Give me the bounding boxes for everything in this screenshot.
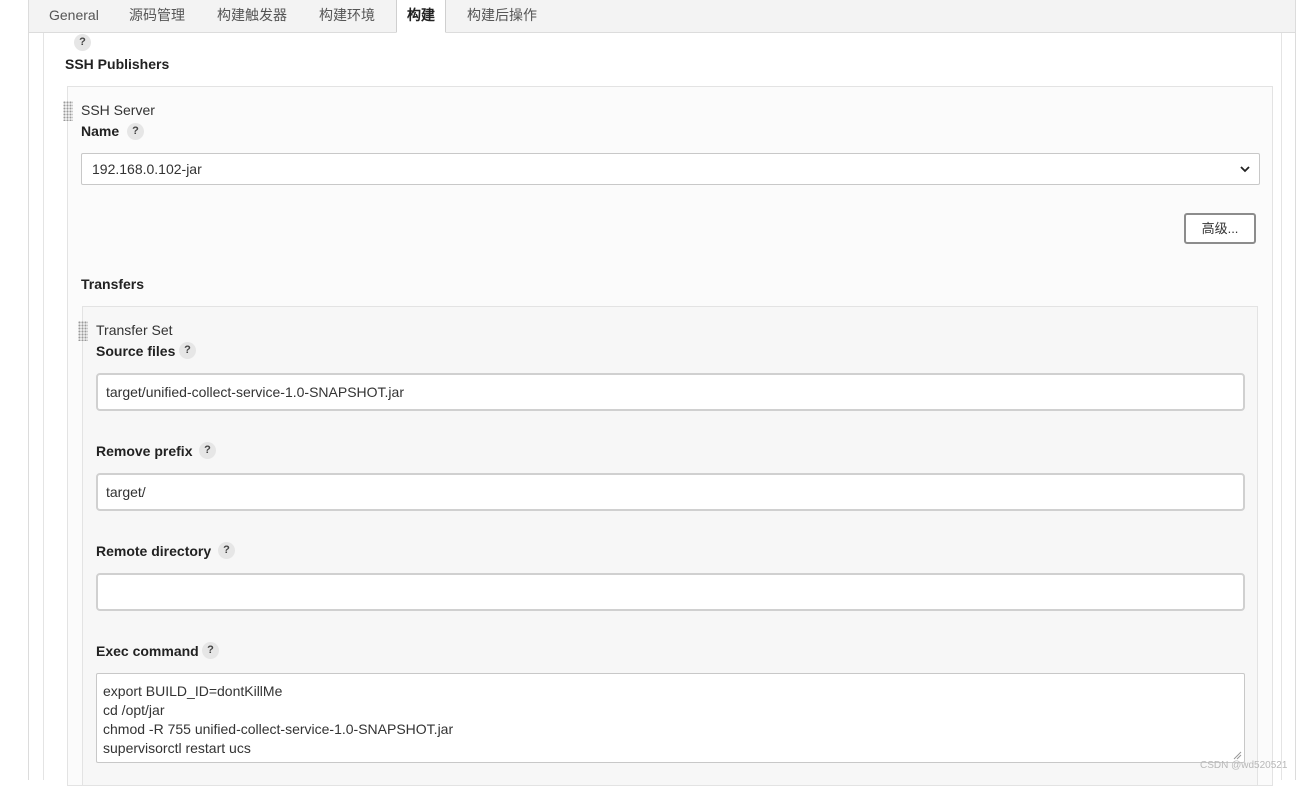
tab-post-build-actions[interactable]: 构建后操作 (467, 0, 537, 33)
drag-handle-icon[interactable] (78, 321, 88, 341)
chevron-down-icon (1240, 166, 1250, 173)
tab-build[interactable]: 构建 (396, 0, 446, 33)
exec-command-textarea[interactable]: export BUILD_ID=dontKillMe cd /opt/jar c… (96, 673, 1245, 763)
name-label: Name (81, 123, 120, 139)
advanced-button[interactable]: 高级... (1184, 213, 1256, 244)
config-tab-bar: General 源码管理 构建触发器 构建环境 构建 构建后操作 (29, 0, 1295, 33)
exec-command-line: chmod -R 755 unified-collect-service-1.0… (103, 721, 454, 737)
tab-build-triggers[interactable]: 构建触发器 (217, 0, 287, 33)
tab-build-environment[interactable]: 构建环境 (319, 0, 375, 33)
page-left-border (28, 0, 29, 780)
csdn-watermark: CSDN @wd520521 (1200, 760, 1288, 771)
page-right-border (1295, 0, 1296, 780)
ssh-server-name-select[interactable]: 192.168.0.102-jar (81, 153, 1260, 185)
drag-handle-icon[interactable] (63, 101, 73, 121)
help-icon[interactable]: ? (74, 34, 91, 51)
transfer-set-header: Transfer Set (96, 322, 173, 338)
exec-command-line: cd /opt/jar (103, 702, 165, 718)
source-files-input[interactable]: target/unified-collect-service-1.0-SNAPS… (96, 373, 1245, 411)
exec-command-label: Exec command (96, 643, 199, 659)
remote-directory-input[interactable] (96, 573, 1245, 611)
ssh-publishers-title: SSH Publishers (65, 56, 170, 72)
help-icon[interactable]: ? (127, 123, 144, 140)
help-icon[interactable]: ? (199, 442, 216, 459)
exec-command-line: export BUILD_ID=dontKillMe (103, 683, 283, 699)
tab-general[interactable]: General (49, 0, 99, 33)
transfers-title: Transfers (81, 276, 145, 292)
ssh-server-name-value: 192.168.0.102-jar (92, 161, 202, 177)
source-files-label: Source files (96, 343, 176, 359)
help-icon[interactable]: ? (218, 542, 235, 559)
remove-prefix-input[interactable]: target/ (96, 473, 1245, 511)
remote-directory-label: Remote directory (96, 543, 212, 559)
ssh-server-header: SSH Server (81, 102, 155, 118)
resize-handle-icon[interactable] (1232, 750, 1242, 760)
help-icon[interactable]: ? (202, 642, 219, 659)
exec-command-line: supervisorctl restart ucs (103, 740, 251, 756)
tab-source-code-management[interactable]: 源码管理 (129, 0, 185, 33)
remove-prefix-label: Remove prefix (96, 443, 193, 459)
help-icon[interactable]: ? (179, 342, 196, 359)
